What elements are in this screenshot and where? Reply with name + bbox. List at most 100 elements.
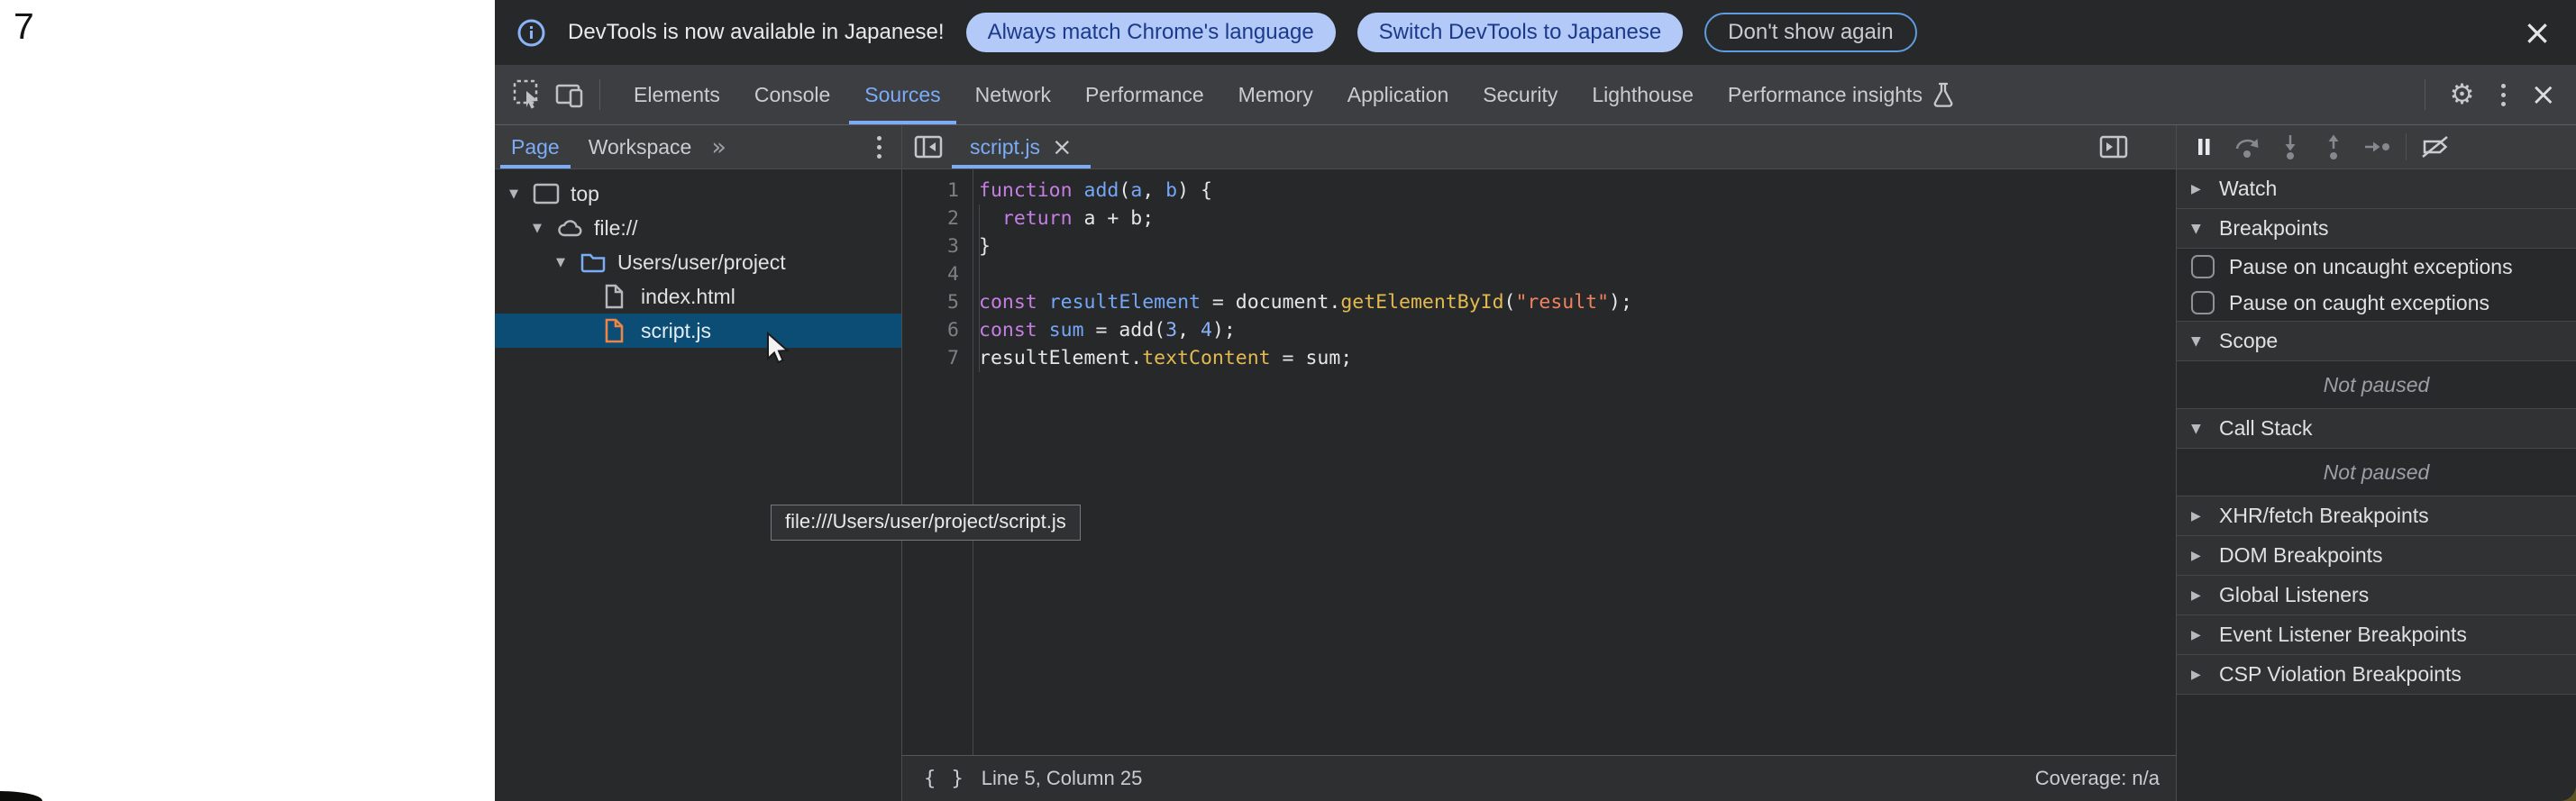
step-out-icon[interactable]	[2312, 126, 2355, 168]
editor-statusbar: { } Line 5, Column 25 Coverage: n/a	[902, 755, 2176, 801]
tab-elements[interactable]: Elements	[617, 65, 737, 124]
checkbox[interactable]	[2191, 255, 2215, 278]
code-editor[interactable]: 1234567 function add(a, b) { return a + …	[902, 169, 2176, 755]
editor-tab-scriptjs[interactable]: script.js ×	[952, 125, 1091, 168]
tab-application[interactable]: Application	[1330, 65, 1466, 124]
step-icon[interactable]	[2355, 126, 2398, 168]
section-header-scope[interactable]: ▼Scope	[2177, 322, 2576, 361]
more-tabs-icon[interactable]: »	[711, 133, 726, 161]
code-line[interactable]: function add(a, b) {	[979, 177, 1632, 205]
code-line[interactable]	[979, 260, 1632, 288]
tree-item-top[interactable]: ▼top	[495, 177, 901, 211]
section-header-event-listener-breakpoints[interactable]: ▶Event Listener Breakpoints	[2177, 615, 2576, 655]
line-number[interactable]: 1	[902, 177, 973, 205]
pretty-print-icon[interactable]: { }	[924, 768, 965, 790]
indent-guide	[979, 205, 980, 372]
chevron-down-icon[interactable]: ▼	[2191, 334, 2206, 349]
chevron-right-icon[interactable]: ▶	[2191, 588, 2206, 603]
more-options-kebab-icon[interactable]	[2490, 77, 2517, 114]
step-over-icon[interactable]	[2225, 126, 2269, 168]
checkbox-row-pause-on-caught-exceptions[interactable]: Pause on caught exceptions	[2177, 285, 2576, 321]
tab-network[interactable]: Network	[958, 65, 1068, 124]
expand-arrow-icon[interactable]: ▼	[533, 222, 556, 235]
code-line[interactable]: }	[979, 232, 1632, 260]
navigator-kebab-icon[interactable]	[866, 129, 892, 166]
code-line[interactable]: const resultElement = document.getElemen…	[979, 288, 1632, 316]
code-token: return	[1002, 207, 1073, 230]
device-toolbar-icon[interactable]	[549, 74, 590, 115]
hide-debugger-sidebar-icon[interactable]	[2095, 125, 2133, 168]
chevron-right-icon[interactable]: ▶	[2191, 509, 2206, 523]
checkbox[interactable]	[2191, 291, 2215, 314]
hide-navigator-icon[interactable]	[909, 125, 947, 168]
tab-label: Security	[1483, 83, 1557, 107]
code-token: );	[1609, 291, 1632, 314]
infobar-button-2[interactable]: Don't show again	[1704, 13, 1916, 52]
checkbox-row-pause-on-uncaught-exceptions[interactable]: Pause on uncaught exceptions	[2177, 249, 2576, 285]
settings-gear-icon[interactable]: ⚙	[2442, 74, 2483, 115]
infobar-close-icon[interactable]: ×	[2518, 15, 2556, 50]
code-token: "result"	[1515, 291, 1609, 314]
line-number[interactable]: 7	[902, 344, 973, 372]
line-number[interactable]: 5	[902, 288, 973, 316]
code-token: (	[1504, 291, 1516, 314]
infobar-button-0[interactable]: Always match Chrome's language	[966, 13, 1336, 52]
line-number-gutter[interactable]: 1234567	[902, 169, 973, 755]
tree-item-script-js[interactable]: script.js	[495, 314, 901, 348]
scope-content: Not paused	[2177, 361, 2576, 409]
expand-arrow-icon[interactable]: ▼	[509, 187, 533, 201]
navigator-tab-workspace[interactable]: Workspace	[576, 125, 705, 168]
close-tab-icon[interactable]: ×	[1052, 133, 1073, 161]
code-line[interactable]: return a + b;	[979, 205, 1632, 232]
close-devtools-icon[interactable]: ×	[2524, 77, 2564, 113]
chevron-right-icon[interactable]: ▶	[2191, 628, 2206, 642]
checkbox-label: Pause on caught exceptions	[2229, 291, 2489, 315]
expand-arrow-icon[interactable]: ▼	[556, 256, 580, 269]
code-token: resultElement.	[979, 347, 1142, 369]
tree-item-index-html[interactable]: index.html	[495, 279, 901, 314]
tree-item-Users-user-project[interactable]: ▼Users/user/project	[495, 245, 901, 279]
section-header-xhr-fetch-breakpoints[interactable]: ▶XHR/fetch Breakpoints	[2177, 496, 2576, 536]
step-into-icon[interactable]	[2269, 126, 2312, 168]
chevron-right-icon[interactable]: ▶	[2191, 182, 2206, 196]
code-line[interactable]: resultElement.textContent = sum;	[979, 344, 1632, 372]
deactivate-breakpoints-icon[interactable]	[2414, 126, 2457, 168]
tab-sources[interactable]: Sources	[847, 65, 957, 124]
tree-item-file-[interactable]: ▼file://	[495, 211, 901, 245]
section-header-call-stack[interactable]: ▼Call Stack	[2177, 409, 2576, 449]
pause-script-icon[interactable]	[2182, 126, 2225, 168]
section-header-watch[interactable]: ▶Watch	[2177, 169, 2576, 209]
code-token: 3	[1165, 319, 1177, 341]
tab-console[interactable]: Console	[737, 65, 847, 124]
inspect-element-icon[interactable]	[507, 74, 549, 115]
section-header-dom-breakpoints[interactable]: ▶DOM Breakpoints	[2177, 536, 2576, 576]
line-number[interactable]: 2	[902, 205, 973, 232]
page-result-text: 7	[14, 5, 34, 48]
tab-label: Sources	[864, 83, 940, 107]
line-number[interactable]: 4	[902, 260, 973, 288]
tab-performance[interactable]: Performance	[1068, 65, 1221, 124]
navigator-tab-page[interactable]: Page	[498, 125, 572, 168]
tab-memory[interactable]: Memory	[1221, 65, 1330, 124]
line-number[interactable]: 6	[902, 316, 973, 344]
chevron-down-icon[interactable]: ▼	[2191, 222, 2206, 236]
section-header-csp-violation-breakpoints[interactable]: ▶CSP Violation Breakpoints	[2177, 655, 2576, 695]
tab-performance-insights[interactable]: Performance insights	[1711, 65, 1972, 124]
code-token	[1037, 291, 1049, 314]
section-header-global-listeners[interactable]: ▶Global Listeners	[2177, 576, 2576, 615]
tab-lighthouse[interactable]: Lighthouse	[1575, 65, 1711, 124]
infobar-button-1[interactable]: Switch DevTools to Japanese	[1357, 13, 1684, 52]
not-paused-label: Not paused	[2177, 361, 2576, 408]
chevron-right-icon[interactable]: ▶	[2191, 668, 2206, 682]
chevron-right-icon[interactable]: ▶	[2191, 549, 2206, 563]
debug-toolbar-divider	[2406, 133, 2407, 160]
section-header-breakpoints[interactable]: ▼Breakpoints	[2177, 209, 2576, 249]
code-lines[interactable]: function add(a, b) { return a + b;} const…	[973, 169, 1632, 755]
chevron-down-icon[interactable]: ▼	[2191, 422, 2206, 436]
tab-security[interactable]: Security	[1466, 65, 1575, 124]
tab-label: Console	[754, 83, 830, 107]
code-line[interactable]: const sum = add(3, 4);	[979, 316, 1632, 344]
code-token	[1037, 319, 1049, 341]
line-number[interactable]: 3	[902, 232, 973, 260]
editor-tabstrip: script.js ×	[902, 125, 2176, 169]
